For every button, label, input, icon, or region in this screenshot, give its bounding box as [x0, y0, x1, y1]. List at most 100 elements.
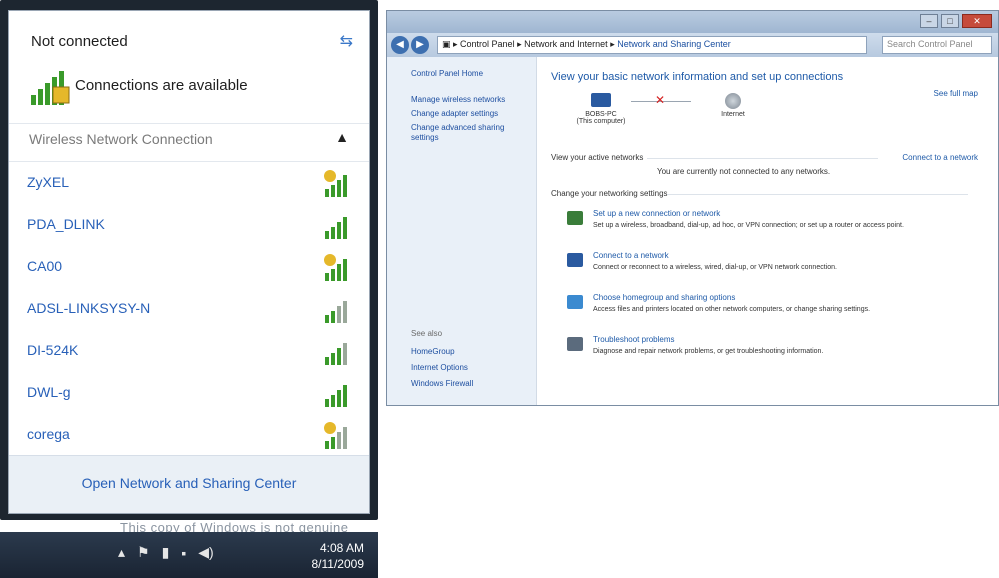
troubleshoot-icon — [567, 337, 583, 351]
disconnected-x-icon: ✕ — [655, 93, 666, 107]
signal-open-icon — [324, 170, 347, 197]
task-title[interactable]: Troubleshoot problems — [593, 335, 675, 344]
this-computer-node[interactable]: BOBS-PC (This computer) — [571, 93, 631, 125]
back-button[interactable]: ◀ — [391, 36, 409, 54]
connect-network-link[interactable]: Connect to a network — [902, 153, 978, 162]
internet-label: Internet — [721, 111, 745, 118]
windows-firewall-link[interactable]: Windows Firewall — [411, 379, 531, 389]
see-also-label: See also — [411, 329, 443, 338]
wireless-network-list: ZyXEL PDA_DLINK CA00 ADSL-LINKSYSY-N DI-… — [9, 163, 369, 457]
globe-icon — [725, 93, 741, 109]
collapse-chevron-icon[interactable]: ▲ — [335, 129, 349, 145]
network-name: DI-524K — [27, 342, 79, 358]
internet-options-link[interactable]: Internet Options — [411, 363, 531, 373]
task-desc: Diagnose and repair network problems, or… — [593, 348, 824, 355]
network-item[interactable]: PDA_DLINK — [9, 205, 369, 247]
signal-secured-icon — [325, 301, 347, 323]
left-pane: Control Panel Home Manage wireless netwo… — [387, 57, 537, 405]
close-button[interactable]: ✕ — [962, 14, 992, 28]
network-item[interactable]: CA00 — [9, 247, 369, 289]
sharing-center-window: – □ ✕ ◀ ▶ ▣ ▸ Control Panel ▸ Network an… — [386, 10, 999, 406]
task-title[interactable]: Connect to a network — [593, 251, 669, 260]
active-networks-label: View your active networks — [551, 153, 644, 162]
volume-icon[interactable]: ◀) — [198, 544, 213, 561]
refresh-icon[interactable]: ⇆ — [340, 31, 353, 51]
network-tray-icon[interactable]: ▮ — [162, 544, 170, 561]
minimize-button[interactable]: – — [920, 14, 938, 28]
search-input[interactable]: Search Control Panel — [882, 36, 992, 54]
address-row: ◀ ▶ ▣ ▸ Control Panel ▸ Network and Inte… — [387, 33, 998, 57]
show-hidden-icons-icon[interactable]: ▴ — [118, 544, 125, 561]
flyout-panel: Not connected ⇆ Connections are availabl… — [8, 10, 370, 514]
task-title[interactable]: Choose homegroup and sharing options — [593, 293, 735, 302]
control-panel-icon: ▣ ▸ — [442, 39, 461, 49]
nav-buttons: ◀ ▶ — [391, 36, 429, 54]
signal-open-icon — [324, 422, 347, 449]
change-settings-label: Change your networking settings — [551, 189, 668, 198]
clock-time: 4:08 AM — [319, 541, 364, 555]
computer-name: BOBS-PC — [585, 111, 617, 118]
signal-secured-icon — [325, 217, 347, 239]
breadcrumb-current[interactable]: Network and Sharing Center — [617, 39, 731, 49]
internet-node[interactable]: Internet — [703, 93, 763, 118]
flyout-footer: Open Network and Sharing Center — [9, 455, 369, 513]
forward-button[interactable]: ▶ — [411, 36, 429, 54]
task-setup-connection[interactable]: Set up a new connection or network Set u… — [567, 209, 988, 239]
power-icon[interactable]: ▪ — [181, 545, 186, 561]
network-flyout: Not connected ⇆ Connections are availabl… — [0, 0, 378, 520]
window-controls: – □ ✕ — [920, 14, 992, 28]
network-name: DWL-g — [27, 384, 71, 400]
change-adapter-link[interactable]: Change adapter settings — [411, 109, 531, 119]
network-name: ADSL-LINKSYSY-N — [27, 300, 151, 316]
network-item[interactable]: corega — [9, 415, 369, 457]
divider — [9, 123, 369, 124]
connect-network-icon — [567, 253, 583, 267]
breadcrumb-network-internet[interactable]: Network and Internet — [524, 39, 608, 49]
network-name: ZyXEL — [27, 174, 70, 190]
signal-open-icon — [324, 254, 347, 281]
breadcrumb-control-panel[interactable]: Control Panel — [460, 39, 515, 49]
network-name: CA00 — [27, 258, 63, 274]
network-item[interactable]: DI-524K — [9, 331, 369, 373]
connections-available-label: Connections are available — [75, 77, 248, 94]
task-desc: Set up a wireless, broadband, dial-up, a… — [593, 222, 904, 229]
title-bar: – □ ✕ — [387, 11, 998, 33]
open-sharing-center-link[interactable]: Open Network and Sharing Center — [9, 475, 369, 491]
clock[interactable]: 4:08 AM 8/11/2009 — [312, 540, 365, 572]
task-connect-network[interactable]: Connect to a network Connect or reconnec… — [567, 251, 988, 281]
signal-bars-icon — [31, 71, 70, 105]
main-content: View your basic network information and … — [537, 57, 998, 405]
action-center-flag-icon[interactable]: ⚑ — [137, 544, 150, 561]
maximize-button[interactable]: □ — [941, 14, 959, 28]
computer-sub: (This computer) — [576, 118, 626, 125]
notification-tray: ▴ ⚑ ▮ ▪ ◀) — [118, 544, 214, 561]
divider — [647, 158, 878, 159]
computer-icon — [591, 93, 611, 107]
divider — [667, 194, 968, 195]
task-desc: Connect or reconnect to a wireless, wire… — [593, 264, 837, 271]
change-sharing-link[interactable]: Change advanced sharing settings — [411, 123, 531, 143]
manage-wireless-link[interactable]: Manage wireless networks — [411, 95, 531, 105]
task-homegroup[interactable]: Choose homegroup and sharing options Acc… — [567, 293, 988, 323]
clock-date: 8/11/2009 — [311, 557, 365, 571]
network-item[interactable]: ZyXEL — [9, 163, 369, 205]
network-name: corega — [27, 426, 70, 442]
wireless-section-title: Wireless Network Connection — [29, 131, 213, 147]
homegroup-icon — [567, 295, 583, 309]
task-title[interactable]: Set up a new connection or network — [593, 209, 720, 218]
not-connected-text: You are currently not connected to any n… — [657, 167, 831, 176]
network-item[interactable]: DWL-g — [9, 373, 369, 415]
see-full-map-link[interactable]: See full map — [934, 89, 978, 98]
connection-status: Not connected — [31, 33, 128, 50]
task-troubleshoot[interactable]: Troubleshoot problems Diagnose and repai… — [567, 335, 988, 365]
signal-secured-icon — [325, 385, 347, 407]
signal-secured-icon — [325, 343, 347, 365]
divider — [9, 161, 369, 162]
task-desc: Access files and printers located on oth… — [593, 306, 871, 313]
address-bar[interactable]: ▣ ▸ Control Panel ▸ Network and Internet… — [437, 36, 867, 54]
homegroup-link[interactable]: HomeGroup — [411, 347, 531, 357]
control-panel-home-link[interactable]: Control Panel Home — [411, 69, 531, 79]
page-title: View your basic network information and … — [551, 71, 844, 83]
setup-connection-icon — [567, 211, 583, 225]
network-item[interactable]: ADSL-LINKSYSY-N — [9, 289, 369, 331]
